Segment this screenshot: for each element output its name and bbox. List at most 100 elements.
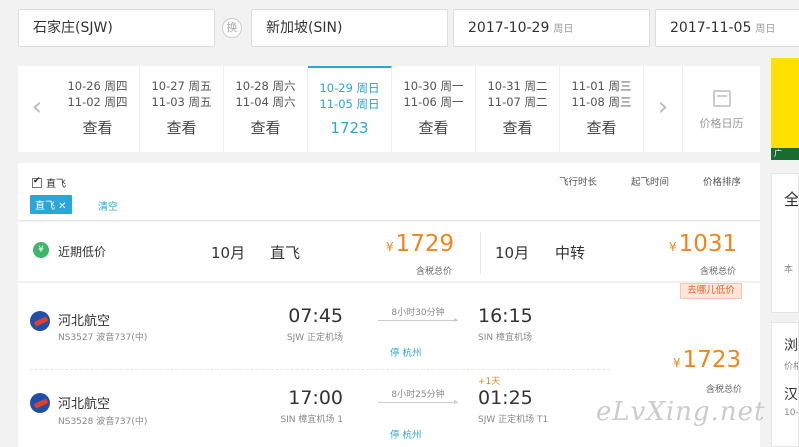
sort-duration[interactable]: 飞行时长 — [559, 174, 597, 188]
date-back: 11-07 周二 — [487, 95, 548, 109]
transfer-type: 中转 — [555, 244, 586, 262]
stop-prefix: 停 — [390, 348, 400, 359]
currency-symbol: ¥ — [673, 356, 681, 370]
airline-name: 河北航空 — [58, 397, 111, 412]
direct-flight-label: 直飞 — [46, 179, 66, 190]
date-cell-selected[interactable]: 10-29 周日 11-05 周日 1723 — [308, 66, 392, 152]
departure-airport: SJW 正定机场 — [286, 333, 343, 343]
date-out: 10-27 周五 — [151, 79, 212, 93]
direct-low-price[interactable]: ¥1729 — [386, 231, 454, 257]
price-calendar-button[interactable]: 价格日历 — [682, 66, 760, 152]
date-cell[interactable]: 10-27 周五 11-03 周五 查看 — [140, 66, 224, 152]
direct-type: 直飞 — [270, 244, 301, 262]
stopover[interactable]: 停 杭州 — [390, 345, 422, 359]
currency-symbol: ¥ — [386, 240, 394, 254]
recent-low-label: 近期低价 — [58, 245, 107, 259]
plus-one-day-badge: +1天 — [478, 377, 501, 387]
divider — [480, 232, 481, 274]
side-history-sub: 价格 — [784, 362, 798, 372]
sort-departure[interactable]: 起飞时间 — [631, 174, 669, 188]
arrival-time: 16:15 — [478, 305, 533, 327]
sort-price[interactable]: 价格排序 — [703, 174, 741, 188]
date-out: 10-31 周二 — [487, 79, 548, 93]
stop-city: 杭州 — [402, 348, 422, 359]
from-city-input[interactable]: 石家庄(SJW) — [18, 9, 215, 47]
date-out: 11-01 周三 — [571, 79, 632, 93]
transfer-tax-note: 含税总价 — [700, 267, 737, 277]
flight-duration: 8小时25分钟 — [391, 390, 445, 400]
transfer-month: 10月 — [495, 244, 530, 262]
stop-city: 杭州 — [402, 430, 422, 441]
date-price: 查看 — [250, 119, 281, 137]
return-date-value: 2017-11-05 — [670, 20, 752, 36]
arrival-airport: SJW 正定机场 T1 — [478, 415, 549, 425]
filter-panel: 直飞 直飞 ✕ 清空 飞行时长 起飞时间 价格排序 — [18, 163, 760, 221]
date-price: 查看 — [586, 119, 617, 137]
total-price[interactable]: ¥1723 — [673, 347, 741, 373]
date-back: 11-04 周六 — [235, 95, 296, 109]
side-card[interactable]: 全 本 — [771, 173, 799, 313]
date-cell[interactable]: 10-26 周四 11-02 周四 查看 — [56, 66, 140, 152]
side-history-title-2: 汉 — [784, 387, 798, 403]
side-card-sub: 本 — [784, 265, 794, 275]
price-calendar-label: 价格日历 — [699, 117, 744, 130]
date-strip: ‹ 10-26 周四 11-02 周四 查看 10-27 周五 11-03 周五… — [18, 66, 760, 152]
date-cell[interactable]: 10-30 周一 11-06 周一 查看 — [392, 66, 476, 152]
ad-tag: 广 — [771, 148, 799, 160]
flight-number: NS3527 波音737(中) — [58, 333, 148, 343]
currency-symbol: ¥ — [669, 240, 677, 254]
direct-month: 10月 — [211, 244, 246, 262]
side-history-sub-2: 10- — [784, 408, 799, 418]
stop-prefix: 停 — [390, 430, 400, 441]
date-price: 查看 — [166, 119, 197, 137]
date-cell[interactable]: 10-31 周二 11-07 周二 查看 — [476, 66, 560, 152]
hebei-airlines-logo-icon — [30, 393, 50, 413]
to-city-value: 新加坡(SIN) — [266, 20, 343, 36]
direct-price-value: 1729 — [395, 231, 455, 257]
date-price: 查看 — [418, 119, 449, 137]
total-tax-note: 含税总价 — [706, 385, 743, 395]
return-dow: 周日 — [755, 24, 776, 35]
direct-filter-chip[interactable]: 直飞 ✕ — [30, 195, 72, 214]
date-out: 10-26 周四 — [67, 79, 128, 93]
side-ad-banner[interactable]: 广 — [771, 58, 799, 160]
depart-date-input[interactable]: 2017-10-29 周日 — [453, 9, 650, 47]
date-back: 11-06 周一 — [403, 95, 464, 109]
departure-time: 07:45 — [288, 305, 343, 327]
date-out: 10-28 周六 — [235, 79, 296, 93]
airline-name: 河北航空 — [58, 314, 111, 329]
direct-flight-checkbox[interactable]: 直飞 — [32, 175, 66, 190]
transfer-price-value: 1031 — [678, 231, 738, 257]
date-cell[interactable]: 10-28 周六 11-04 周六 查看 — [224, 66, 308, 152]
prev-dates-arrow-icon[interactable]: ‹ — [18, 66, 56, 152]
recent-low-price-row: ¥ 近期低价 10月 直飞 ¥1729 含税总价 10月 中转 ¥1031 含税… — [18, 222, 760, 282]
side-history-card[interactable]: 浏 价格 汉 10- — [771, 322, 799, 447]
date-cell[interactable]: 11-01 周三 11-08 周三 查看 — [560, 66, 644, 152]
clear-filters-link[interactable]: 清空 — [98, 198, 118, 213]
date-price: 查看 — [502, 119, 533, 137]
swap-cities-button[interactable]: 换 — [222, 18, 242, 38]
from-city-value: 石家庄(SJW) — [33, 20, 113, 36]
to-city-input[interactable]: 新加坡(SIN) — [251, 9, 448, 47]
flight-duration: 8小时30分钟 — [391, 308, 445, 318]
transfer-low-price[interactable]: ¥1031 — [669, 231, 737, 257]
date-price: 1723 — [330, 119, 369, 137]
date-price: 查看 — [82, 119, 113, 137]
date-out: 10-30 周一 — [403, 79, 464, 93]
checkbox-checked-icon — [32, 176, 42, 188]
arrival-time: 01:25 — [478, 387, 533, 409]
next-dates-arrow-icon[interactable]: › — [644, 66, 682, 152]
duration-arrow-icon — [378, 318, 458, 322]
stopover[interactable]: 停 杭州 — [390, 427, 422, 441]
duration-arrow-icon — [378, 400, 458, 404]
flight-number: NS3528 波音737(中) — [58, 417, 148, 427]
side-card-title: 全 — [784, 190, 799, 209]
date-back: 11-05 周日 — [319, 97, 380, 111]
hebei-airlines-logo-icon — [30, 311, 50, 331]
inbound-leg: 河北航空 NS3528 波音737(中) 17:00 SIN 樟宜机场 1 8小… — [18, 367, 638, 447]
return-date-input[interactable]: 2017-11-05 周日 — [655, 9, 799, 47]
depart-dow: 周日 — [553, 24, 574, 35]
date-back: 11-02 周四 — [67, 95, 128, 109]
direct-tax-note: 含税总价 — [416, 267, 453, 277]
search-bar: 石家庄(SJW) 换 新加坡(SIN) 2017-10-29 周日 2017-11… — [0, 0, 799, 58]
